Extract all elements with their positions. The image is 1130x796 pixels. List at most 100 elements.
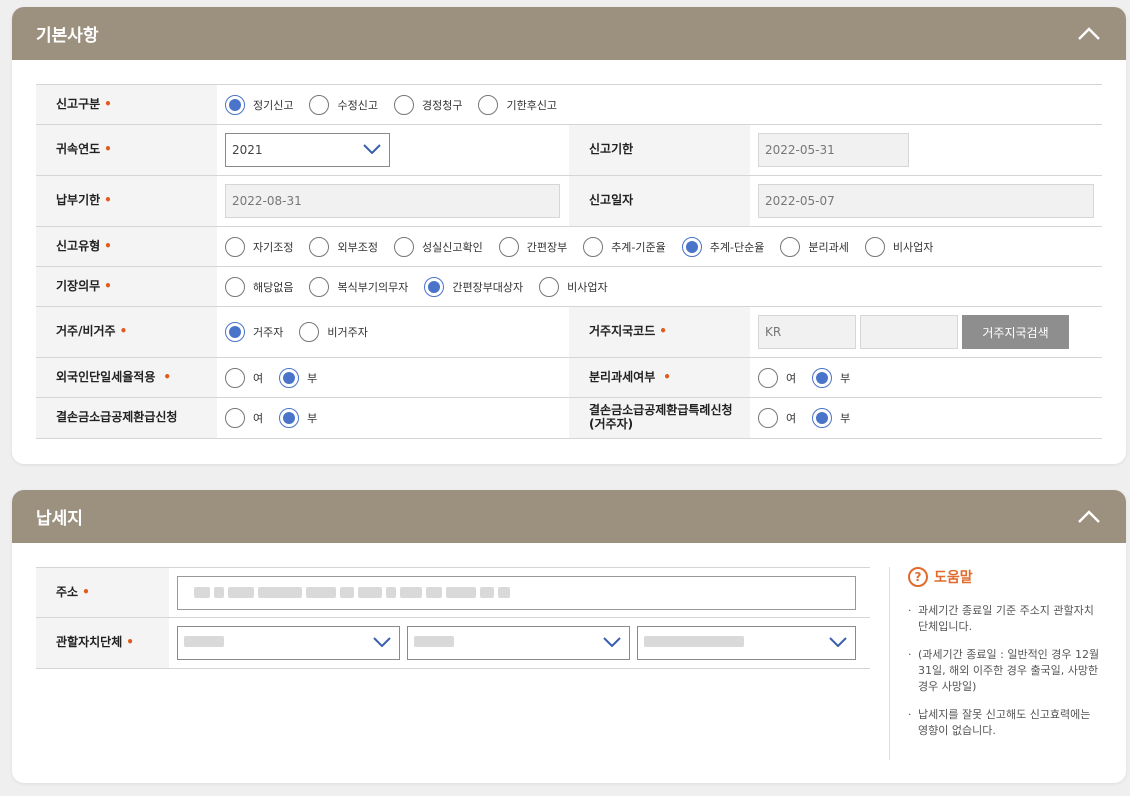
region-district-select[interactable] [637,626,856,660]
radio-label: 경정청구 [421,98,463,112]
radio-label: 분리과세 [808,240,849,254]
radio-label: 복식부기의무자 [337,280,409,294]
radio-label: 간편장부대상자 [452,280,524,294]
radio-option[interactable]: 여 [225,408,263,428]
radio-label: 외부조정 [337,240,378,254]
country-search-button[interactable]: 거주지국검색 [962,315,1069,349]
radio-checked-icon[interactable] [225,322,245,342]
radio-checked-icon[interactable] [424,276,445,297]
row-address: 주소 • [36,568,870,618]
radio-label: 자기조정 [253,240,294,254]
radio-checked-icon[interactable] [225,94,245,115]
radio-option[interactable]: 비사업자 [539,276,608,297]
loss-carryback-label: 결손금소급공제환급신청 [36,398,217,438]
radio-unchecked-icon[interactable] [393,236,414,257]
radio-option[interactable]: 분리과세 [780,236,849,257]
payment-deadline-field: 2022-08-31 [225,184,560,218]
collapse-chevron-up-icon[interactable] [1076,21,1102,47]
radio-unchecked-icon[interactable] [498,236,519,257]
bookkeeping-label: 기장의무 • [36,267,217,306]
radio-unchecked-icon[interactable] [758,408,778,428]
radio-unchecked-icon[interactable] [309,236,330,257]
radio-option[interactable]: 부 [279,408,317,428]
row-foreign-flat-tax: 외국인단일세율적용 • 여 부 분리과세여부 • 여 부 [36,358,1102,398]
radio-unchecked-icon[interactable] [225,276,245,297]
chevron-down-icon [373,636,391,650]
row-year: 귀속연도 • 2021 신고기한 2022-05-31 [36,125,1102,176]
radio-unchecked-icon[interactable] [758,367,778,388]
radio-unchecked-icon[interactable] [299,322,320,342]
radio-option[interactable]: 복식부기의무자 [309,276,409,297]
radio-option[interactable]: 거주자 [225,322,283,342]
basic-info-panel: 기본사항 신고구분 • 정기신고 수정신고 경정청구 기한후신고 귀속연도 • 2021 … [12,7,1126,464]
radio-option[interactable]: 정기신고 [225,94,293,115]
residency-label: 거주/비거주 • [36,307,217,357]
radio-label: 여 [253,412,264,425]
radio-unchecked-icon[interactable] [225,236,245,257]
region-province-select[interactable] [177,626,400,660]
radio-label: 수정신고 [337,98,378,112]
help-item: 납세지를 잘못 신고해도 신고효력에는 영향이 없습니다. [908,707,1104,739]
radio-label: 거주자 [253,326,284,339]
radio-option[interactable]: 해당없음 [225,276,293,297]
radio-checked-icon[interactable] [279,367,300,388]
country-code-label: 거주지국코드 • [569,307,750,357]
radio-checked-icon[interactable] [812,408,833,428]
report-type-radios: 정기신고 수정신고 경정청구 기한후신고 [217,85,1102,124]
radio-option[interactable]: 기한후신고 [478,94,558,115]
collapse-chevron-up-icon[interactable] [1076,504,1102,530]
radio-option[interactable]: 부 [279,367,317,388]
radio-unchecked-icon[interactable] [309,276,330,297]
radio-unchecked-icon[interactable] [393,94,414,115]
radio-label: 비거주자 [327,326,368,339]
radio-unchecked-icon[interactable] [539,276,560,297]
year-select[interactable]: 2021 [225,133,390,167]
radio-unchecked-icon[interactable] [583,236,604,257]
report-deadline-label: 신고기한 [569,125,750,175]
row-report-kind: 신고유형 • 자기조정 외부조정 성실신고확인 간편장부 추계-기준율 추계-단순율 분리과세… [36,227,1102,267]
radio-option[interactable]: 수정신고 [309,94,378,115]
radio-option[interactable]: 부 [812,367,850,388]
help-item: 과세기간 종료일 기준 주소지 관할자치단체입니다. [908,603,1104,635]
radio-option[interactable]: 자기조정 [225,236,294,257]
radio-unchecked-icon[interactable] [864,236,885,257]
row-report-type: 신고구분 • 정기신고 수정신고 경정청구 기한후신고 [36,85,1102,125]
basic-info-title: 기본사항 [36,26,99,46]
basic-info-header[interactable]: 기본사항 [12,7,1126,60]
year-label: 귀속연도 • [36,125,217,175]
radio-option[interactable]: 부 [812,408,850,428]
radio-option[interactable]: 추계-단순율 [681,236,764,257]
radio-checked-icon[interactable] [681,236,702,257]
radio-option[interactable]: 비거주자 [299,322,368,342]
report-date-field: 2022-05-07 [758,184,1094,218]
radio-option[interactable]: 여 [225,367,263,388]
help-box: ? 도움말 과세기간 종료일 기준 주소지 관할자치단체입니다. (과세기간 종… [889,567,1104,760]
radio-checked-icon[interactable] [279,408,300,428]
radio-option[interactable]: 비사업자 [864,236,934,257]
radio-label: 비사업자 [892,240,934,254]
radio-label: 간편장부 [526,240,568,254]
radio-unchecked-icon[interactable] [780,236,801,257]
region-city-select[interactable] [407,626,630,660]
radio-option[interactable]: 여 [758,408,796,428]
radio-option[interactable]: 경정청구 [393,94,463,115]
radio-checked-icon[interactable] [812,367,833,388]
address-header[interactable]: 납세지 [12,490,1126,543]
radio-option[interactable]: 외부조정 [309,236,378,257]
radio-option[interactable]: 추계-기준율 [583,236,666,257]
radio-option[interactable]: 간편장부대상자 [424,276,524,297]
radio-option[interactable]: 성실신고확인 [393,236,483,257]
radio-option[interactable]: 여 [758,367,796,388]
help-item: (과세기간 종료일 : 일반적인 경우 12월31일, 해외 이주한 경우 출국… [908,647,1104,695]
radio-label: 여 [786,412,797,425]
report-type-label: 신고구분 • [36,85,217,124]
radio-label: 기한후신고 [506,98,558,112]
country-code-field: KR [758,315,856,349]
radio-option[interactable]: 간편장부 [498,236,568,257]
radio-unchecked-icon[interactable] [478,94,499,115]
chevron-down-icon [603,636,621,650]
radio-unchecked-icon[interactable] [225,408,245,428]
address-input[interactable] [177,575,856,610]
radio-unchecked-icon[interactable] [225,367,245,388]
radio-unchecked-icon[interactable] [309,94,330,115]
